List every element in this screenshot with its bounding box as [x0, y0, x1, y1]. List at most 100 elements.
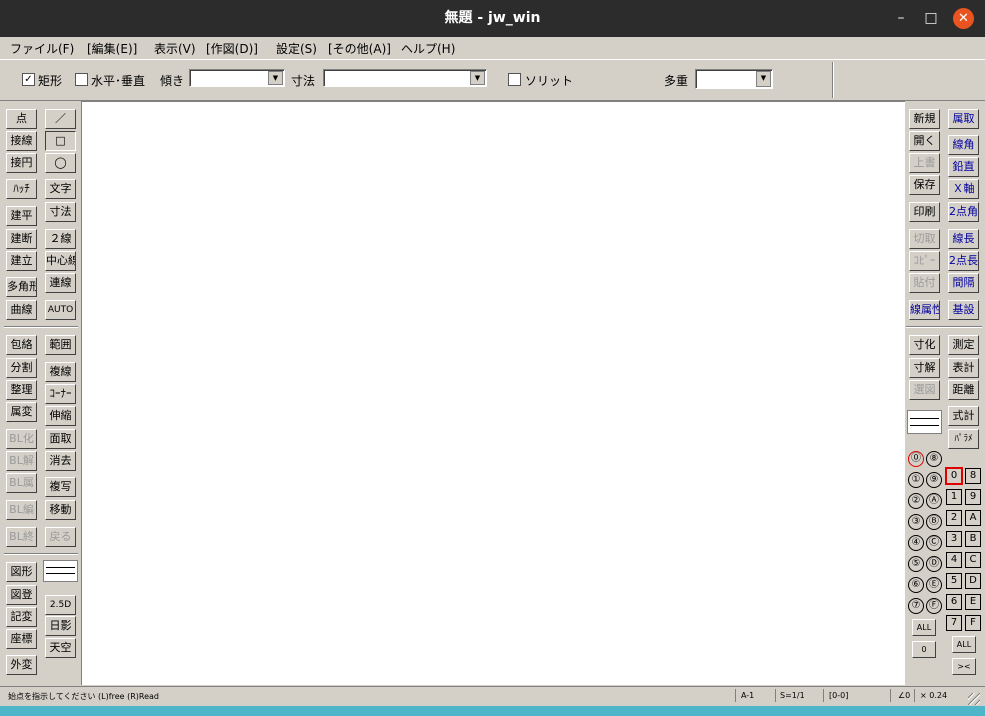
- tool-external-change[interactable]: 外変: [6, 655, 37, 675]
- tool-distance[interactable]: 距離: [948, 380, 979, 400]
- tool-coordinates[interactable]: 座標: [6, 629, 37, 649]
- layer-a[interactable]: A: [965, 510, 981, 526]
- menu-view[interactable]: 表示(V): [154, 40, 196, 57]
- tool-dim-release[interactable]: 寸解: [909, 358, 940, 378]
- menu-help[interactable]: ヘルプ(H): [401, 40, 455, 57]
- tool-center-line[interactable]: 中心線: [45, 251, 76, 271]
- menu-edit[interactable]: [編集(E)]: [87, 40, 137, 57]
- layer-8[interactable]: 8: [965, 468, 981, 484]
- tool-block-end[interactable]: BL終: [6, 527, 37, 547]
- layer-5[interactable]: 5: [946, 573, 962, 589]
- tool-cut[interactable]: 切取: [909, 229, 940, 249]
- tool-move[interactable]: 移動: [45, 500, 76, 520]
- layer-all-button[interactable]: ALL: [952, 636, 976, 653]
- tool-continuous-line[interactable]: 連線: [45, 273, 76, 293]
- tool-spacing[interactable]: 間隔: [948, 273, 979, 293]
- tool-erase[interactable]: 消去: [45, 451, 76, 471]
- tool-dim-make[interactable]: 寸化: [909, 335, 940, 355]
- rect-checkbox[interactable]: ✓: [22, 73, 35, 86]
- layer-7[interactable]: 7: [946, 615, 962, 631]
- tool-chamfer[interactable]: 面取: [45, 429, 76, 449]
- layer-f[interactable]: F: [965, 615, 981, 631]
- tool-point[interactable]: 点: [6, 109, 37, 129]
- tool-undo[interactable]: 戻る: [45, 527, 76, 547]
- tool-plan[interactable]: 建平: [6, 206, 37, 226]
- tool-curve[interactable]: 曲線: [6, 300, 37, 320]
- menu-other[interactable]: [その他(A)]: [328, 40, 391, 57]
- tool-envelope[interactable]: 包絡: [6, 335, 37, 355]
- tool-copy[interactable]: 複写: [45, 477, 76, 497]
- layer-4[interactable]: 4: [946, 552, 962, 568]
- tool-print[interactable]: 印刷: [909, 202, 940, 222]
- tool-2pt-length[interactable]: 2点長: [948, 251, 979, 271]
- tool-figure-register[interactable]: 図登: [6, 585, 37, 605]
- tool-hatch[interactable]: ﾊｯﾁ: [6, 179, 37, 199]
- layer-group-9[interactable]: ⑨: [926, 472, 942, 488]
- tool-stretch[interactable]: 伸縮: [45, 406, 76, 426]
- tool-formula[interactable]: 式計: [948, 406, 979, 426]
- tool-x-axis[interactable]: Ｘ軸: [948, 179, 979, 199]
- tool-copy-clip[interactable]: ｺﾋﾟｰ: [909, 251, 940, 271]
- status-angle[interactable]: ∠0: [898, 691, 910, 700]
- layer-group-d[interactable]: Ⓓ: [926, 556, 942, 572]
- tool-symbol-change[interactable]: 記変: [6, 607, 37, 627]
- layer-group-c[interactable]: Ⓒ: [926, 535, 942, 551]
- tool-block-release[interactable]: BL解: [6, 451, 37, 471]
- tool-line-length[interactable]: 線長: [948, 229, 979, 249]
- status-layer[interactable]: A-1: [741, 691, 754, 700]
- tool-circle[interactable]: ◯: [45, 153, 76, 173]
- layer-group-7[interactable]: ⑦: [908, 598, 924, 614]
- tool-tangent-circle[interactable]: 接円: [6, 153, 37, 173]
- layer-group-zero-button[interactable]: 0: [912, 641, 936, 658]
- layer-swap-button[interactable]: ><: [952, 658, 976, 675]
- layer-c[interactable]: C: [965, 552, 981, 568]
- layer-group-all-button[interactable]: ALL: [912, 619, 936, 636]
- layer-group-4[interactable]: ④: [908, 535, 924, 551]
- maximize-button[interactable]: □: [918, 0, 944, 37]
- right-line-type-preview[interactable]: [907, 410, 942, 434]
- hv-checkbox[interactable]: [75, 73, 88, 86]
- tool-offset[interactable]: 複線: [45, 362, 76, 382]
- layer-6[interactable]: 6: [946, 594, 962, 610]
- drawing-canvas[interactable]: [81, 101, 905, 685]
- tool-text[interactable]: 文字: [45, 179, 76, 199]
- tool-line-attr[interactable]: 線属性: [909, 300, 940, 320]
- layer-group-5[interactable]: ⑤: [908, 556, 924, 572]
- tool-overwrite[interactable]: 上書: [909, 153, 940, 173]
- tool-block-attr[interactable]: BL属: [6, 473, 37, 493]
- status-scale[interactable]: S=1/1: [780, 691, 805, 700]
- tool-sky[interactable]: 天空: [45, 638, 76, 658]
- tool-parametric[interactable]: ﾊﾟﾗﾒ: [948, 429, 979, 449]
- tool-attr-pick[interactable]: 属取: [948, 109, 979, 129]
- tool-polygon[interactable]: 多角形: [6, 277, 37, 297]
- layer-group-3[interactable]: ③: [908, 514, 924, 530]
- line-type-preview[interactable]: [43, 560, 78, 582]
- layer-group-0[interactable]: ⓪: [908, 451, 924, 467]
- menu-draw[interactable]: [作図(D)]: [206, 40, 258, 57]
- layer-2[interactable]: 2: [946, 510, 962, 526]
- tool-save[interactable]: 保存: [909, 175, 940, 195]
- chevron-down-icon[interactable]: ▼: [268, 71, 283, 85]
- layer-0[interactable]: 0: [946, 468, 962, 484]
- tool-rectangle[interactable]: □: [45, 131, 76, 151]
- resize-grip[interactable]: [968, 693, 980, 705]
- layer-group-2[interactable]: ②: [908, 493, 924, 509]
- tool-paste[interactable]: 貼付: [909, 273, 940, 293]
- tool-open[interactable]: 開く: [909, 131, 940, 151]
- layer-group-e[interactable]: Ⓔ: [926, 577, 942, 593]
- layer-b[interactable]: B: [965, 531, 981, 547]
- tool-figure[interactable]: 図形: [6, 562, 37, 582]
- layer-1[interactable]: 1: [946, 489, 962, 505]
- tool-select-figure[interactable]: 選図: [909, 380, 940, 400]
- layer-group-f[interactable]: Ⓕ: [926, 598, 942, 614]
- tool-double-line[interactable]: ２線: [45, 229, 76, 249]
- tool-sun-shadow[interactable]: 日影: [45, 616, 76, 636]
- tool-block-edit[interactable]: BL編: [6, 500, 37, 520]
- minimize-button[interactable]: –: [888, 0, 914, 37]
- tool-auto[interactable]: AUTO: [45, 300, 76, 320]
- tool-line-angle[interactable]: 線角: [948, 135, 979, 155]
- slope-combo[interactable]: ▼: [189, 69, 285, 87]
- tool-dimension[interactable]: 寸法: [45, 202, 76, 222]
- tool-2-5d[interactable]: 2.5D: [45, 595, 76, 615]
- tool-line[interactable]: ／: [45, 109, 76, 129]
